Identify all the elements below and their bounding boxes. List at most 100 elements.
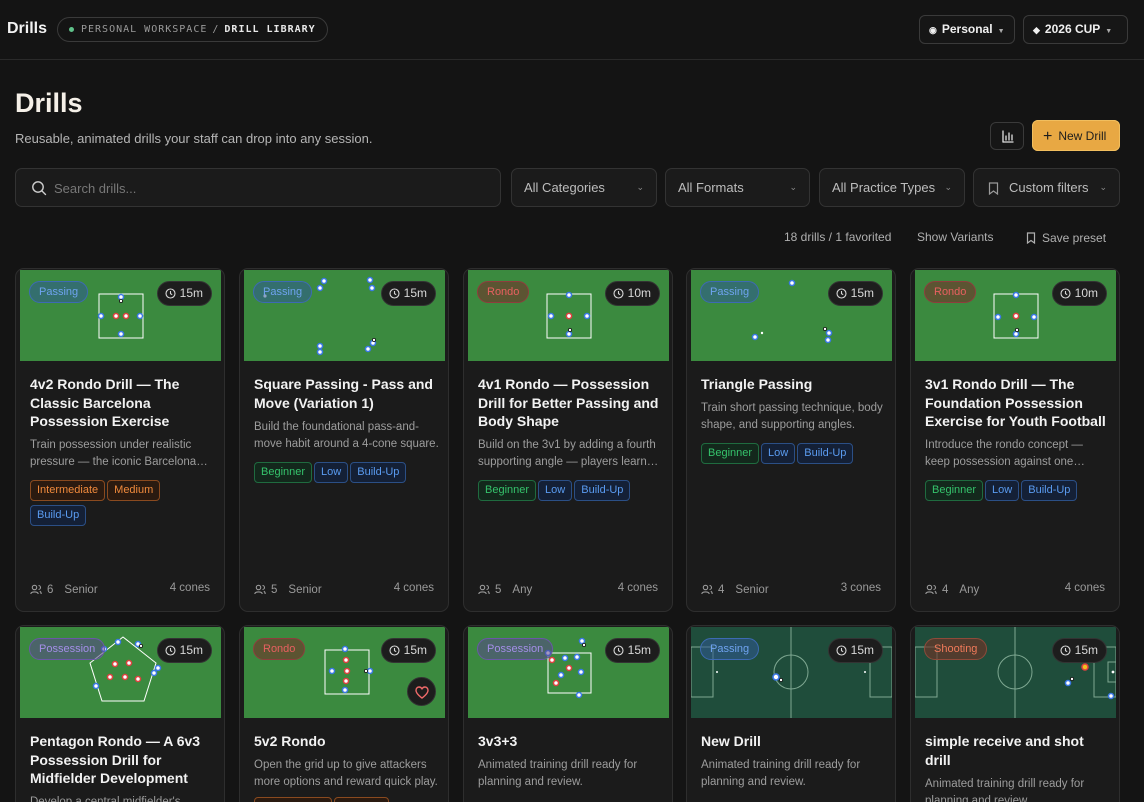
favorite-button[interactable] (407, 677, 436, 706)
category-select-value: All Categories (524, 180, 605, 195)
drill-tags: Beginner Low Build-Up (925, 480, 1109, 505)
players-icon (478, 584, 490, 595)
drill-title[interactable]: Square Passing - Pass and Move (Variatio… (254, 375, 438, 412)
drill-card[interactable]: Rondo 10m 3v1 Rondo Drill — The Foundati… (910, 268, 1120, 612)
phase-tag: Build-Up (1021, 480, 1078, 501)
duration-value: 15m (850, 286, 874, 300)
drill-card[interactable]: Possession 15m Pentagon Rondo — A 6v3 Po… (15, 625, 225, 802)
status-dot-icon (69, 27, 74, 32)
phase-tag: Build-Up (30, 505, 87, 526)
duration-badge: 15m (827, 638, 883, 663)
search-input[interactable] (54, 177, 484, 199)
drill-title[interactable]: 3v1 Rondo Drill — The Foundation Possess… (925, 375, 1109, 431)
clock-icon (389, 645, 400, 656)
age-level: Any (959, 584, 980, 596)
drill-footer: 4 Any 4 cones (925, 582, 1105, 596)
clock-icon (836, 645, 847, 656)
practice-type-select[interactable]: All Practice Types ⌄ (819, 168, 965, 207)
drill-card[interactable]: Passing 15m Square Passing - Pass and Mo… (239, 268, 449, 612)
drill-footer: 5 Senior 4 cones (254, 582, 434, 596)
workspace-switcher-button[interactable]: ◉ Personal ▼ (919, 15, 1015, 44)
drill-tags (254, 797, 438, 802)
duration-badge: 10m (604, 281, 660, 306)
top-bar: Drills PERSONAL WORKSPACE / DRILL LIBRARY … (0, 0, 1144, 60)
players-icon (30, 584, 42, 595)
age-level: Senior (288, 584, 322, 596)
player-count: 4 (942, 584, 949, 596)
drill-preview: Possession 15m (468, 627, 669, 718)
team-switcher-button[interactable]: ◆ 2026 CUP ▼ (1023, 15, 1128, 44)
format-select-value: All Formats (678, 180, 744, 195)
drill-card[interactable]: Passing 15m 4v2 Rondo Drill — The Classi… (15, 268, 225, 612)
category-badge: Rondo (253, 638, 306, 660)
category-select[interactable]: All Categories ⌄ (511, 168, 657, 207)
caret-down-icon: ▼ (1105, 28, 1113, 35)
drill-preview: Shooting 15m (915, 627, 1116, 718)
show-variants-button[interactable]: Show Variants (917, 230, 993, 244)
duration-badge: 10m (1051, 281, 1107, 306)
duration-value: 15m (179, 643, 203, 657)
category-badge: Passing (29, 281, 89, 303)
duration-badge: 15m (156, 638, 212, 663)
drill-card[interactable]: Shooting 15m simple receive and shot dri… (910, 625, 1120, 802)
duration-value: 10m (1074, 286, 1098, 300)
drill-description: Animated training drill ready for planni… (925, 778, 1085, 802)
duration-badge: 15m (604, 638, 660, 663)
drill-card[interactable]: Possession 15m 3v3+3 Animated training d… (463, 625, 673, 802)
stats-button[interactable] (990, 122, 1024, 150)
app-brand[interactable]: Drills (7, 20, 47, 38)
intensity-tag: Low (538, 480, 573, 501)
player-count: 5 (495, 584, 502, 596)
drill-description: Build on the 3v1 by adding a fourth supp… (478, 439, 656, 468)
category-badge: Rondo (477, 281, 530, 303)
practice-type-select-value: All Practice Types (832, 180, 936, 195)
drill-title[interactable]: 4v2 Rondo Drill — The Classic Barcelona … (30, 375, 214, 431)
clock-icon (389, 288, 400, 299)
workspace-icon: ◉ (929, 25, 937, 35)
category-badge: Shooting (924, 638, 988, 660)
drill-description: Build the foundational pass-and-move hab… (254, 421, 439, 450)
chevron-down-icon: ⌄ (1099, 182, 1107, 192)
duration-badge: 15m (156, 281, 212, 306)
category-badge: Possession (477, 638, 554, 660)
clock-icon (613, 288, 624, 299)
drill-card[interactable]: Rondo 15m 5v2 Rondo Open the grid up to … (239, 625, 449, 802)
drill-preview: Passing 15m (244, 270, 445, 361)
drill-card[interactable]: Passing 15m Triangle Passing Train short… (686, 268, 896, 612)
drill-title[interactable]: 4v1 Rondo — Possession Drill for Better … (478, 375, 662, 431)
caret-down-icon: ▼ (997, 28, 1005, 35)
drill-title[interactable]: 3v3+3 (478, 732, 662, 751)
drill-card[interactable]: Passing 15m New Drill Animated training … (686, 625, 896, 802)
clock-icon (165, 645, 176, 656)
drill-title[interactable]: Triangle Passing (701, 375, 885, 394)
save-preset-label: Save preset (1042, 231, 1107, 245)
drill-tags: Beginner Low Build-Up (478, 480, 662, 505)
duration-value: 15m (179, 286, 203, 300)
heart-icon (415, 686, 429, 699)
format-select[interactable]: All Formats ⌄ (665, 168, 810, 207)
new-drill-label: New Drill (1058, 129, 1107, 143)
category-badge: Passing (700, 281, 760, 303)
chevron-down-icon: ⌄ (944, 182, 952, 192)
breadcrumb-workspace[interactable]: PERSONAL WORKSPACE (81, 24, 207, 35)
drill-title[interactable]: Pentagon Rondo — A 6v3 Possession Drill … (30, 732, 214, 788)
phase-tag: Build-Up (350, 462, 407, 483)
bookmark-icon (988, 182, 999, 195)
page-subtitle: Reusable, animated drills your staff can… (15, 131, 373, 146)
drill-description: Open the grid up to give attackers more … (254, 759, 438, 788)
drill-card[interactable]: Rondo 10m 4v1 Rondo — Possession Drill f… (463, 268, 673, 612)
phase-tag: Build-Up (797, 443, 854, 464)
save-preset-button[interactable]: Save preset (1026, 230, 1106, 245)
new-drill-button[interactable]: + New Drill (1032, 120, 1120, 151)
drill-title[interactable]: simple receive and shot drill (925, 732, 1109, 769)
phase-tag: Build-Up (574, 480, 631, 501)
breadcrumb-current: DRILL LIBRARY (224, 24, 316, 35)
drill-title[interactable]: 5v2 Rondo (254, 732, 438, 751)
drill-title[interactable]: New Drill (701, 732, 885, 751)
custom-filters-select[interactable]: Custom filters ⌄ (973, 168, 1120, 207)
drill-description: Animated training drill ready for planni… (701, 759, 861, 788)
age-level: Any (512, 584, 533, 596)
drill-preview: Possession 15m (20, 627, 221, 718)
difficulty-tag: Intermediate (30, 480, 106, 501)
clock-icon (1060, 645, 1071, 656)
